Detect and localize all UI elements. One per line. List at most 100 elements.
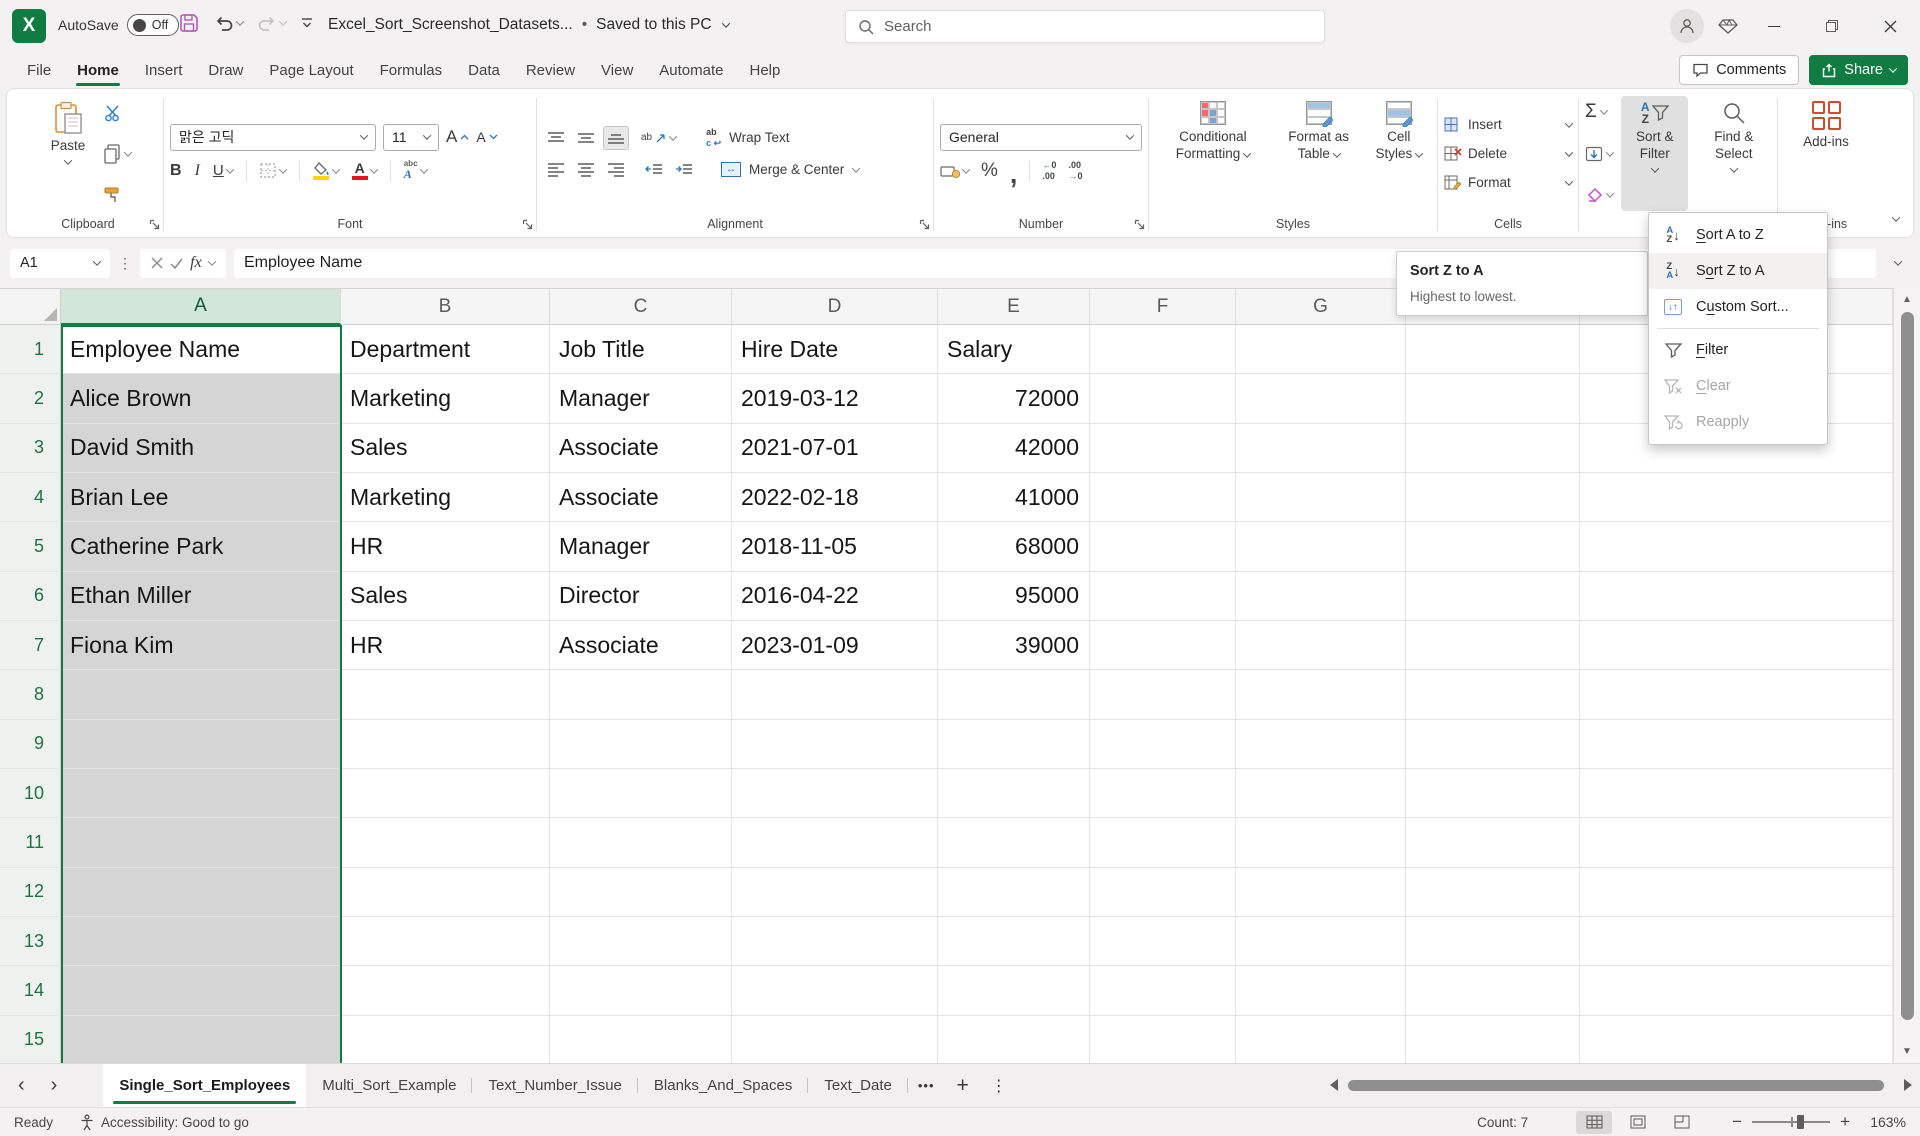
bold-button[interactable]: B (170, 158, 182, 184)
cell-H7[interactable] (1406, 621, 1580, 670)
clear-button[interactable] (1585, 183, 1613, 207)
cell-D4[interactable]: 2022-02-18 (732, 473, 938, 522)
align-left-button[interactable] (543, 158, 569, 182)
normal-view-button[interactable] (1576, 1111, 1612, 1134)
cell-A12[interactable] (61, 868, 341, 917)
font-dialog-launcher-icon[interactable] (522, 219, 533, 230)
cell-A2[interactable]: Alice Brown (61, 374, 341, 423)
cell-G11[interactable] (1236, 818, 1406, 867)
cell-B13[interactable] (341, 917, 550, 966)
cell-G13[interactable] (1236, 917, 1406, 966)
cell-A8[interactable] (61, 670, 341, 719)
cell-H15[interactable] (1406, 1016, 1580, 1063)
cell-F9[interactable] (1090, 720, 1236, 769)
align-center-button[interactable] (573, 158, 599, 182)
zoom-out-button[interactable]: − (1732, 1112, 1742, 1132)
alignment-dialog-launcher-icon[interactable] (919, 219, 930, 230)
zoom-slider-thumb[interactable] (1797, 1115, 1804, 1129)
row-header-2[interactable]: 2 (0, 374, 61, 423)
cell-G14[interactable] (1236, 966, 1406, 1015)
cell-D10[interactable] (732, 769, 938, 818)
decrease-indent-button[interactable] (641, 158, 667, 182)
cell-I15[interactable] (1580, 1016, 1893, 1063)
cell-F15[interactable] (1090, 1016, 1236, 1063)
cell-B2[interactable]: Marketing (341, 374, 550, 423)
cell-H13[interactable] (1406, 917, 1580, 966)
cell-G2[interactable] (1236, 374, 1406, 423)
cell-G12[interactable] (1236, 868, 1406, 917)
cell-I6[interactable] (1580, 572, 1893, 621)
formula-bar-kebab-icon[interactable]: ⋮ (118, 255, 132, 272)
cell-H2[interactable] (1406, 374, 1580, 423)
row-header-13[interactable]: 13 (0, 917, 61, 966)
cell-G15[interactable] (1236, 1016, 1406, 1063)
conditional-formatting-button[interactable]: Conditional Formatting (1155, 96, 1271, 211)
cell-F8[interactable] (1090, 670, 1236, 719)
align-right-button[interactable] (603, 158, 629, 182)
cell-B9[interactable] (341, 720, 550, 769)
premium-gem-icon[interactable] (1718, 18, 1738, 35)
zoom-in-button[interactable]: + (1840, 1112, 1850, 1132)
orientation-button[interactable]: ab (641, 125, 676, 151)
cell-B4[interactable]: Marketing (341, 473, 550, 522)
tab-review[interactable]: Review (513, 52, 588, 88)
cell-B3[interactable]: Sales (341, 424, 550, 473)
clipboard-dialog-launcher-icon[interactable] (149, 219, 160, 230)
format-painter-button[interactable] (103, 183, 131, 207)
cell-F14[interactable] (1090, 966, 1236, 1015)
column-header-D[interactable]: D (732, 289, 938, 325)
row-header-11[interactable]: 11 (0, 818, 61, 867)
row-header-7[interactable]: 7 (0, 621, 61, 670)
tab-view[interactable]: View (588, 52, 646, 88)
cell-E9[interactable] (938, 720, 1090, 769)
cell-H1[interactable] (1406, 325, 1580, 374)
sheet-tab-single-sort-employees[interactable]: Single_Sort_Employees (103, 1064, 306, 1107)
save-icon[interactable] (178, 12, 200, 34)
fx-chevron-down-icon[interactable] (207, 257, 215, 265)
menu-item-sort-z-to-a[interactable]: ZA↓Sort Z to A (1649, 253, 1827, 289)
column-header-A[interactable]: A (61, 289, 341, 325)
cell-A14[interactable] (61, 966, 341, 1015)
cell-E5[interactable]: 68000 (938, 522, 1090, 571)
insert-cells-button[interactable]: Insert (1444, 112, 1572, 138)
increase-indent-button[interactable] (671, 158, 697, 182)
row-header-10[interactable]: 10 (0, 769, 61, 818)
cell-E8[interactable] (938, 670, 1090, 719)
cell-E7[interactable]: 39000 (938, 621, 1090, 670)
cell-I4[interactable] (1580, 473, 1893, 522)
cell-E14[interactable] (938, 966, 1090, 1015)
autosave-toggle[interactable]: Off (127, 14, 179, 36)
cell-H11[interactable] (1406, 818, 1580, 867)
cell-A11[interactable] (61, 818, 341, 867)
copy-button[interactable] (103, 142, 131, 166)
cell-C15[interactable] (550, 1016, 732, 1063)
cell-B14[interactable] (341, 966, 550, 1015)
addins-button[interactable]: Add-ins (1797, 96, 1855, 211)
cell-H6[interactable] (1406, 572, 1580, 621)
cell-C3[interactable]: Associate (550, 424, 732, 473)
row-header-6[interactable]: 6 (0, 572, 61, 621)
cell-C11[interactable] (550, 818, 732, 867)
redo-button[interactable] (257, 14, 286, 32)
cell-B12[interactable] (341, 868, 550, 917)
tab-data[interactable]: Data (455, 52, 513, 88)
cell-F3[interactable] (1090, 424, 1236, 473)
cell-D6[interactable]: 2016-04-22 (732, 572, 938, 621)
vertical-scrollbar[interactable]: ▲ ▼ (1893, 288, 1920, 1063)
scroll-right-icon[interactable] (1904, 1079, 1912, 1091)
cell-A3[interactable]: David Smith (61, 424, 341, 473)
borders-button[interactable] (260, 158, 286, 184)
minimize-button[interactable] (1752, 6, 1796, 46)
cell-D13[interactable] (732, 917, 938, 966)
cell-C2[interactable]: Manager (550, 374, 732, 423)
page-break-view-button[interactable] (1664, 1111, 1700, 1134)
cell-C9[interactable] (550, 720, 732, 769)
sort-filter-button[interactable]: AZ Sort & Filter (1621, 96, 1688, 211)
cell-H4[interactable] (1406, 473, 1580, 522)
cell-E15[interactable] (938, 1016, 1090, 1063)
format-cells-button[interactable]: Format (1444, 170, 1572, 196)
name-box[interactable]: A1 (10, 249, 110, 278)
cell-C10[interactable] (550, 769, 732, 818)
cell-D15[interactable] (732, 1016, 938, 1063)
scroll-down-icon[interactable]: ▼ (1894, 1046, 1920, 1057)
